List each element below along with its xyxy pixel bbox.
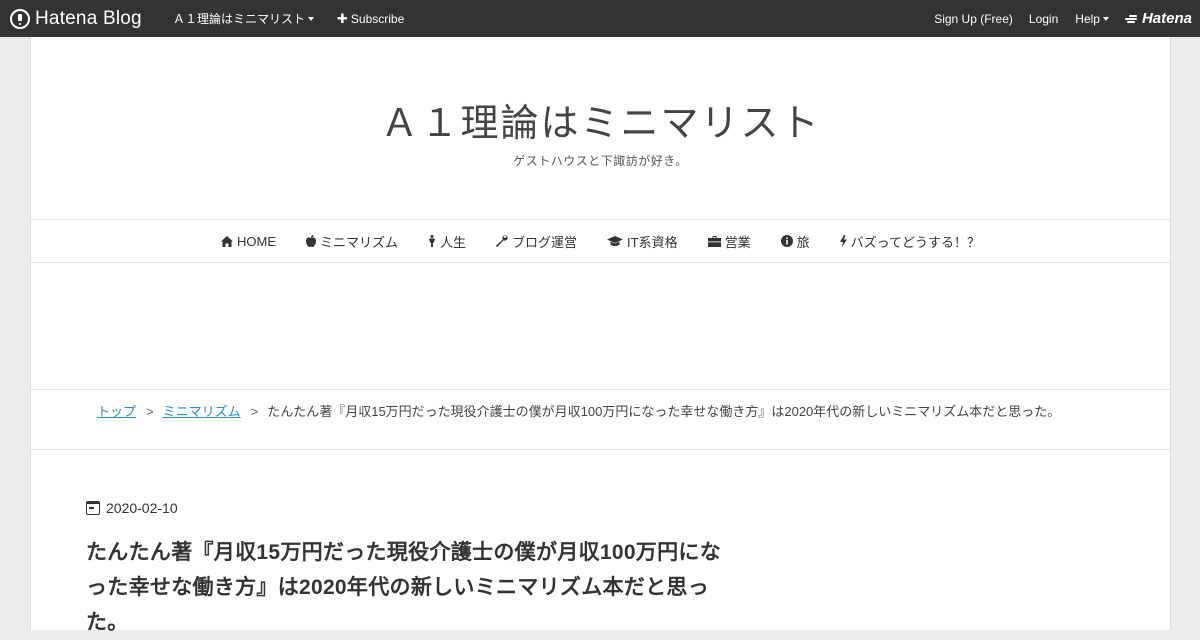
entry-title[interactable]: たんたん著『月収15万円だった現役介護士の僕が月収100万円になった幸せな働き方… bbox=[86, 535, 736, 640]
breadcrumb-top-link[interactable]: トップ bbox=[97, 404, 136, 419]
breadcrumb: トップ > ミニマリズム > たんたん著『月収15万円だった現役介護士の僕が月収100万… bbox=[31, 390, 1170, 450]
person-icon bbox=[429, 235, 436, 247]
nav-item-label: バズってどうする！？ bbox=[850, 234, 980, 250]
nav-item-blog-management[interactable]: ブログ運営 bbox=[496, 232, 577, 251]
help-menu[interactable]: Help bbox=[1075, 12, 1109, 26]
caret-down-icon bbox=[1102, 16, 1109, 21]
nav-item-home[interactable]: HOME bbox=[221, 234, 276, 249]
nav-item-label: 営業 bbox=[724, 234, 751, 250]
blog-description: ゲストハウスと下諏訪が好き。 bbox=[513, 154, 688, 168]
hatena-blog-logo-text: Hatena Blog bbox=[35, 7, 142, 29]
subscribe-button[interactable]: ✚ Subscribe bbox=[337, 11, 404, 27]
home-icon bbox=[221, 235, 233, 247]
blog-name-menu[interactable]: Ａ１理論はミニマリスト bbox=[173, 10, 315, 27]
blog-name-label: Ａ１理論はミニマリスト bbox=[173, 12, 306, 26]
breadcrumb-separator: > bbox=[146, 404, 154, 419]
global-nav: HOME ミニマリズム 人生 ブログ運営 IT系資格 営業 旅 バズってどうする… bbox=[31, 219, 1170, 263]
subscribe-label: Subscribe bbox=[350, 11, 405, 26]
breadcrumb-category-link[interactable]: ミニマリズム bbox=[163, 404, 241, 419]
nav-item-label: IT系資格 bbox=[627, 234, 678, 250]
nav-item-life[interactable]: 人生 bbox=[428, 232, 466, 251]
graduation-cap-icon bbox=[607, 235, 624, 246]
nav-item-sales[interactable]: 営業 bbox=[707, 232, 751, 251]
entry-date[interactable]: 2020-02-10 bbox=[86, 500, 178, 516]
caret-down-icon bbox=[308, 16, 315, 21]
hatena-top-bar: Hatena Blog Ａ１理論はミニマリスト ✚ Subscribe Sign… bbox=[0, 0, 1200, 37]
signup-link[interactable]: Sign Up (Free) bbox=[934, 12, 1013, 26]
apple-icon bbox=[306, 235, 316, 247]
entry-date-text: 2020-02-10 bbox=[106, 500, 178, 516]
ad-area bbox=[31, 263, 1170, 390]
topbar-right-group: Sign Up (Free) Login Help Hatena bbox=[934, 10, 1200, 27]
hatena-blog-logo-icon bbox=[10, 8, 30, 29]
nav-item-buzz[interactable]: バズってどうする！？ bbox=[839, 232, 980, 251]
briefcase-icon bbox=[707, 235, 721, 247]
info-icon bbox=[780, 235, 793, 247]
plus-icon: ✚ bbox=[337, 10, 348, 26]
help-label: Help bbox=[1075, 11, 1100, 26]
breadcrumb-separator: > bbox=[250, 404, 259, 419]
blog-title[interactable]: Ａ１理論はミニマリスト bbox=[31, 92, 1170, 147]
hatena-brand-logo[interactable]: Hatena bbox=[1124, 10, 1192, 27]
wrench-icon bbox=[496, 235, 508, 247]
nav-item-label: ミニマリズム bbox=[320, 234, 399, 250]
nav-item-label: 人生 bbox=[440, 234, 467, 250]
breadcrumb-current: たんたん著『月収15万円だった現役介護士の僕が月収100万円になった幸せな働き方… bbox=[267, 404, 1061, 419]
bolt-icon bbox=[839, 235, 847, 247]
nav-item-it-certification[interactable]: IT系資格 bbox=[607, 232, 678, 251]
blog-main-panel: Ａ１理論はミニマリスト ゲストハウスと下諏訪が好き。 HOME ミニマリズム 人… bbox=[30, 37, 1171, 634]
hatena-brand-icon bbox=[1124, 14, 1139, 24]
login-link[interactable]: Login bbox=[1029, 12, 1058, 26]
nav-item-label: 旅 bbox=[796, 234, 810, 250]
hatena-brand-text: Hatena bbox=[1141, 10, 1192, 27]
calendar-icon bbox=[86, 501, 100, 515]
nav-item-label: ブログ運営 bbox=[512, 234, 578, 250]
hatena-blog-logo[interactable]: Hatena Blog bbox=[0, 8, 160, 30]
nav-item-label: HOME bbox=[237, 233, 276, 249]
nav-item-travel[interactable]: 旅 bbox=[780, 232, 810, 251]
nav-item-minimalism[interactable]: ミニマリズム bbox=[306, 232, 398, 251]
